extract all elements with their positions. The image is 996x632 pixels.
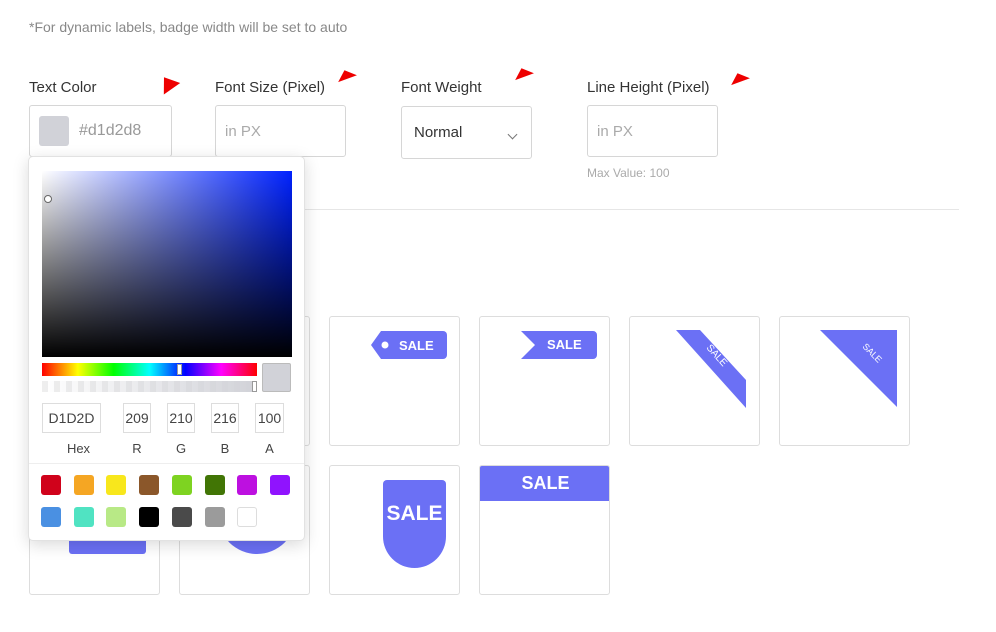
badge-text: SALE [386,502,443,525]
corner-triangle-badge: SALE [820,330,897,407]
preset-color-swatch[interactable] [139,507,160,527]
preset-color-swatch[interactable] [73,475,94,495]
preset-color-swatch[interactable] [204,475,225,495]
font-size-label: Font Size (Pixel) [215,79,326,96]
badge-style-card-banner[interactable]: SALE [479,465,610,595]
hue-slider[interactable] [42,363,257,376]
line-height-hint: Max Value: 100 [587,166,670,180]
font-weight-select[interactable]: Normal [401,106,532,159]
preset-color-swatch[interactable] [269,475,290,495]
font-size-input[interactable]: in PX [215,105,346,157]
preset-color-swatch[interactable] [171,507,192,527]
preset-color-swatch[interactable] [204,507,225,527]
line-height-input[interactable]: in PX [587,105,718,157]
r-label: R [132,441,142,456]
text-color-value: #d1d2d8 [79,122,142,139]
badge-style-card-corner[interactable]: SALE [779,316,910,446]
preset-color-swatch[interactable] [106,475,127,495]
font-weight-label: Font Weight [401,79,482,96]
b-input[interactable]: 216 [211,403,239,433]
preset-color-swatch[interactable] [139,475,160,495]
preset-color-swatch[interactable] [106,507,127,527]
diagonal-ribbon-badge: SALE [676,330,746,408]
line-height-placeholder: in PX [597,122,633,140]
preset-color-swatch[interactable] [171,475,192,495]
chevron-down-icon [507,129,518,140]
preset-color-swatch[interactable] [73,507,94,527]
badge-style-card-tag[interactable]: SALE [329,316,460,446]
badge-style-card-ribbon[interactable]: SALE [479,316,610,446]
line-height-label: Line Height (Pixel) [587,79,710,96]
saturation-value-area[interactable] [42,171,292,357]
dynamic-label-note: *For dynamic labels, badge width will be… [29,19,348,35]
r-input[interactable]: 209 [123,403,151,433]
badge-text: SALE [547,337,582,352]
badge-text: SALE [521,473,570,493]
badge-style-card-shield[interactable]: SALE [329,465,460,595]
color-preview [262,363,291,392]
badge-text: SALE [399,338,434,353]
red-arrow-icon [728,69,750,86]
hex-label: Hex [66,441,91,456]
a-input[interactable]: 100 [255,403,284,433]
preset-color-swatch[interactable] [41,475,61,495]
preset-color-swatch[interactable] [41,507,61,527]
ribbon-badge: SALE [521,331,597,359]
g-label: G [175,441,187,456]
hex-input[interactable]: D1D2D [42,403,101,433]
text-color-input[interactable]: #d1d2d8 [29,105,172,157]
hue-handle[interactable] [177,364,182,375]
font-weight-value: Normal [414,124,463,141]
tag-badge: SALE [371,331,447,359]
a-label: A [265,441,274,456]
shield-badge: SALE [383,480,446,568]
picker-handle[interactable] [44,195,52,203]
red-arrow-icon [155,71,181,95]
preset-color-swatch[interactable] [237,475,258,495]
red-arrow-icon [512,64,534,81]
preset-color-swatch[interactable] [237,507,258,527]
alpha-slider[interactable] [42,381,257,392]
banner-badge: SALE [480,466,609,501]
color-picker-popup: D1D2D 209 210 216 100 Hex R G B A [28,156,305,541]
b-label: B [220,441,230,456]
text-color-label: Text Color [29,79,97,96]
g-input[interactable]: 210 [167,403,195,433]
divider [29,463,304,464]
color-swatch[interactable] [39,116,69,146]
alpha-handle[interactable] [252,381,257,392]
badge-style-card-diagonal[interactable]: SALE [629,316,760,446]
font-size-placeholder: in PX [225,122,261,140]
red-arrow-icon [335,66,357,83]
